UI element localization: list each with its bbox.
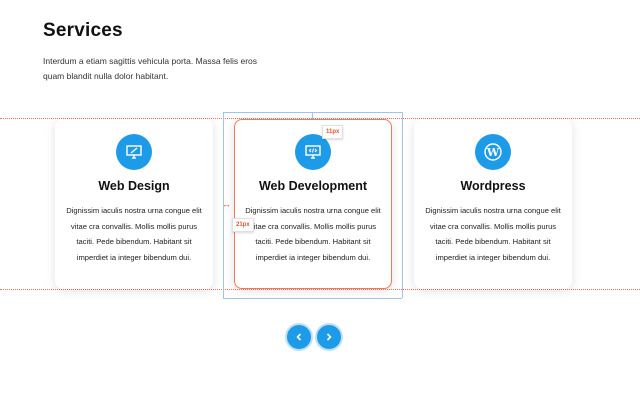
monitor-code-icon: [295, 134, 331, 170]
monitor-pen-icon: [116, 134, 152, 170]
card-text: Dignissim iaculis nostra urna congue eli…: [245, 206, 381, 262]
spacing-badge-left: 21px: [232, 218, 254, 232]
selection-outline-right: [402, 112, 403, 298]
service-card-web-development[interactable]: Web Development Dignissim iaculis nostra…: [234, 119, 392, 289]
svg-text:W: W: [486, 146, 500, 159]
services-page: Services Interdum a etiam sagittis vehic…: [0, 0, 640, 400]
carousel-prev-button[interactable]: [285, 323, 313, 351]
spacing-badge-top: 11px: [322, 125, 344, 139]
card-text: Dignissim iaculis nostra urna congue eli…: [66, 206, 202, 262]
card-title: Web Development: [258, 179, 368, 193]
chevron-left-icon: [296, 333, 302, 341]
card-title: Wordpress: [460, 179, 526, 193]
carousel-next-button[interactable]: [315, 323, 343, 351]
service-card-web-design[interactable]: Web Design Dignissim iaculis nostra urna…: [55, 119, 213, 289]
service-card-wordpress[interactable]: W Wordpress Dignissim iaculis nostra urn…: [414, 119, 572, 289]
card-title: Web Design: [98, 179, 170, 193]
card-text: Dignissim iaculis nostra urna congue eli…: [425, 206, 561, 262]
section-description: Interdum a etiam sagittis vehicula porta…: [43, 56, 258, 81]
resize-arrow-icon[interactable]: ↔: [222, 199, 231, 209]
selection-center-tick: [312, 112, 313, 119]
section-title: Services: [43, 20, 123, 41]
chevron-right-icon: [326, 333, 332, 341]
guide-line-bottom: [0, 289, 640, 290]
wordpress-icon: W: [475, 134, 511, 170]
selection-outline-bottom: [223, 298, 402, 299]
